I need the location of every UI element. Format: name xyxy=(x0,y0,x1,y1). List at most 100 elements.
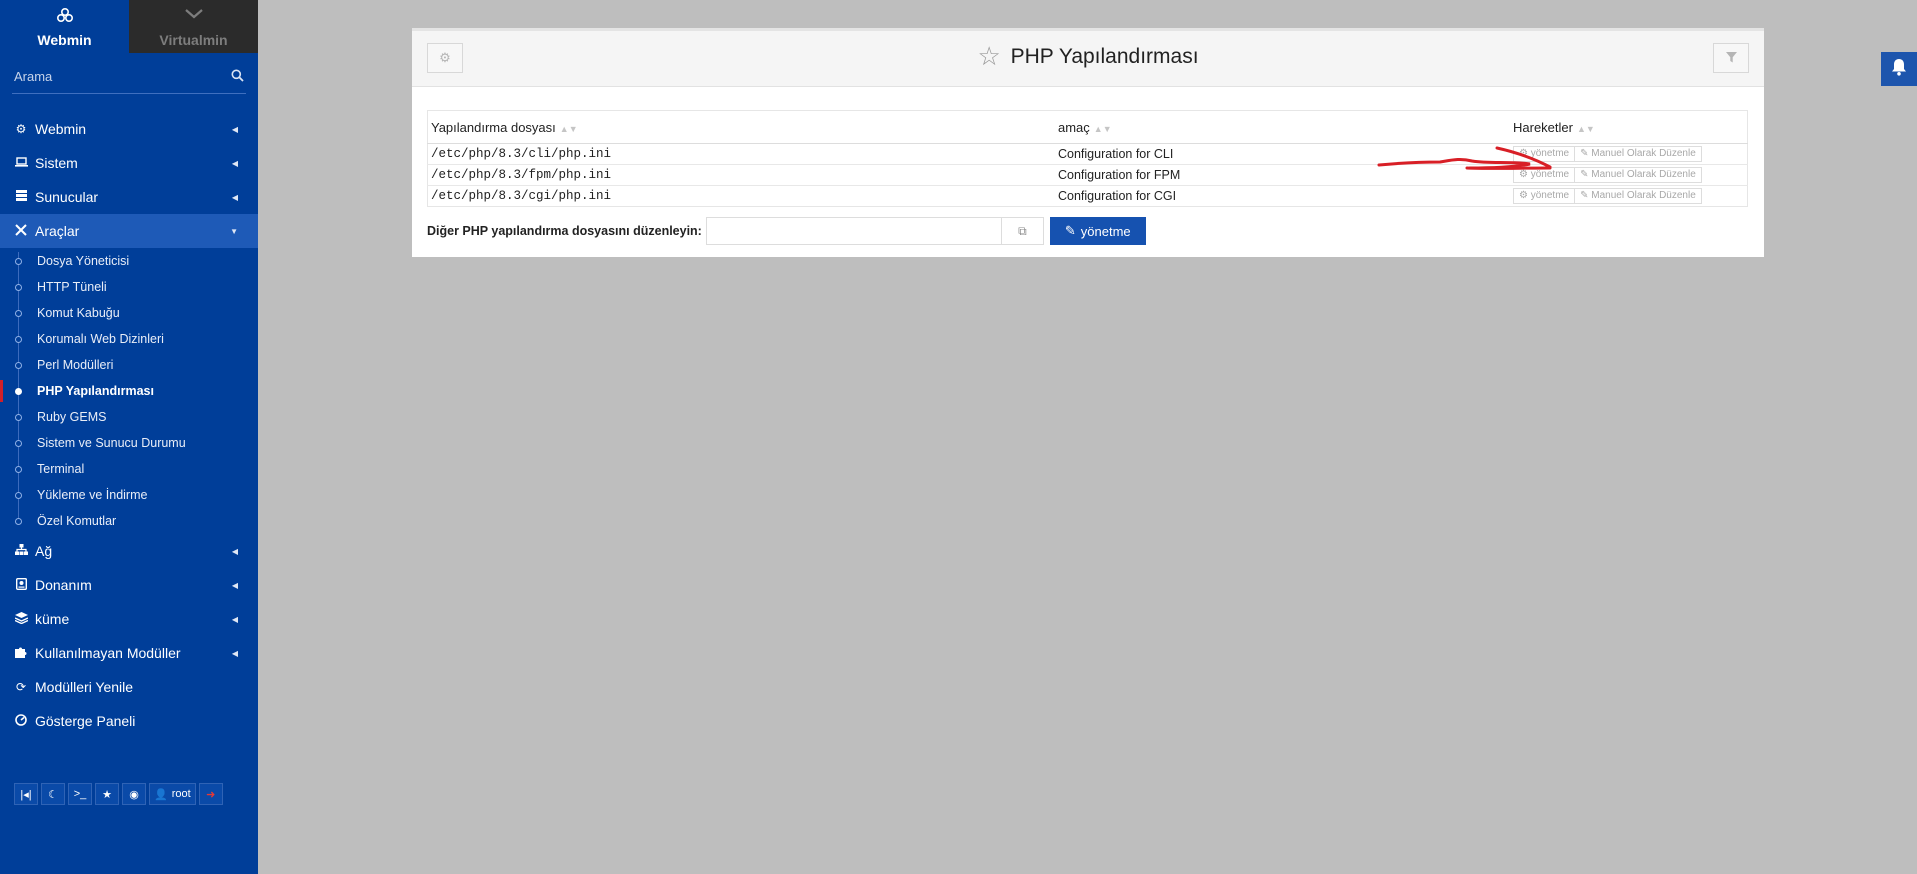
row-actions: ⚙ yönetme ✎ Manuel Olarak Düzenle xyxy=(1510,185,1748,207)
bullet-icon xyxy=(15,310,22,317)
menu-item-gosterge-paneli[interactable]: Gösterge Paneli xyxy=(0,704,258,738)
menu-item-label: Sistem xyxy=(35,155,78,171)
bullet-icon xyxy=(15,258,22,265)
palette-icon: ◉ xyxy=(129,788,139,801)
submenu-item-php-yapilandirmasi[interactable]: PHP Yapılandırması xyxy=(0,378,258,404)
edit-manually-button[interactable]: ✎ Manuel Olarak Düzenle xyxy=(1574,146,1702,162)
bullet-icon xyxy=(15,440,22,447)
manage-action-button[interactable]: ⚙ yönetme xyxy=(1513,167,1576,183)
submenu-item-ozel-komutlar[interactable]: Özel Komutlar xyxy=(0,508,258,534)
config-path[interactable]: /etc/php/8.3/cgi/php.ini xyxy=(427,185,1055,207)
favorites-button[interactable]: ★ xyxy=(95,783,119,805)
network-icon xyxy=(13,544,29,558)
submenu-item-yukleme-ve-indirme[interactable]: Yükleme ve İndirme xyxy=(0,482,258,508)
column-header-label: Hareketler xyxy=(1513,119,1573,135)
tab-virtualmin-label: Virtualmin xyxy=(159,31,228,48)
menu-item-kullanilmayan-moduller[interactable]: Kullanılmayan Modüller ◀ xyxy=(0,636,258,670)
logout-icon: ➜ xyxy=(206,788,216,801)
araclar-submenu: Dosya Yöneticisi HTTP Tüneli Komut Kabuğ… xyxy=(0,248,258,534)
edit-manually-button[interactable]: ✎ Manuel Olarak Düzenle xyxy=(1574,167,1702,183)
refresh-icon: ⟳ xyxy=(15,680,27,694)
laptop-icon xyxy=(13,156,29,170)
manage-action-button[interactable]: ⚙ yönetme xyxy=(1513,146,1576,162)
gear-icon: ⚙ xyxy=(15,122,27,136)
submenu-item-perl-modulleri[interactable]: Perl Modülleri xyxy=(0,352,258,378)
manage-button-label: yönetme xyxy=(1080,223,1131,239)
submenu-item-sistem-ve-sunucu-durumu[interactable]: Sistem ve Sunucu Durumu xyxy=(0,430,258,456)
search-icon[interactable] xyxy=(231,69,244,85)
menu-item-sistem[interactable]: Sistem ◀ xyxy=(0,146,258,180)
moon-icon: ☾ xyxy=(48,788,58,801)
submenu-item-komut-kabugu[interactable]: Komut Kabuğu xyxy=(0,300,258,326)
column-header-label: amaç xyxy=(1058,119,1090,135)
menu-item-kume[interactable]: küme ◀ xyxy=(0,602,258,636)
menu-item-araclar[interactable]: Araçlar ▼ xyxy=(0,214,258,248)
submenu-item-label: Komut Kabuğu xyxy=(37,306,120,320)
manage-action-button[interactable]: ⚙ yönetme xyxy=(1513,188,1576,204)
config-purpose: Configuration for CGI xyxy=(1055,185,1510,207)
terminal-icon: >_ xyxy=(73,788,87,800)
submenu-item-terminal[interactable]: Terminal xyxy=(0,456,258,482)
menu-item-webmin[interactable]: ⚙ Webmin ◀ xyxy=(0,112,258,146)
submenu-item-label: Yükleme ve İndirme xyxy=(37,488,148,502)
menu-item-donanim[interactable]: Donanım ◀ xyxy=(0,568,258,602)
tab-webmin[interactable]: Webmin xyxy=(0,0,129,53)
submenu-item-label: Özel Komutlar xyxy=(37,514,117,528)
favorite-star-icon[interactable]: ☆ xyxy=(977,41,1000,71)
column-header-purpose[interactable]: amaç ▲▼ xyxy=(1055,110,1510,144)
sort-icon: ▲▼ xyxy=(1576,123,1595,134)
sort-icon: ▲▼ xyxy=(559,123,578,134)
submenu-item-label: Ruby GEMS xyxy=(37,410,107,424)
notifications-button[interactable] xyxy=(1881,52,1917,86)
submenu-item-label: Dosya Yöneticisi xyxy=(37,254,130,268)
submenu-item-dosya-yoneticisi[interactable]: Dosya Yöneticisi xyxy=(0,248,258,274)
column-header-file[interactable]: Yapılandırma dosyası ▲▼ xyxy=(427,110,1055,144)
column-header-actions[interactable]: Hareketler ▲▼ xyxy=(1510,110,1748,144)
theme-button[interactable]: ◉ xyxy=(122,783,146,805)
row-actions: ⚙ yönetme ✎ Manuel Olarak Düzenle xyxy=(1510,164,1748,186)
file-chooser-button[interactable]: ⧉ xyxy=(1001,217,1044,245)
gear-icon: ⚙ xyxy=(1519,148,1531,159)
submenu-item-label: PHP Yapılandırması xyxy=(37,384,154,398)
manage-other-button[interactable]: ✎ yönetme xyxy=(1049,217,1146,245)
user-cog-icon: 👤 xyxy=(154,788,168,801)
edit-manually-button[interactable]: ✎ Manuel Olarak Düzenle xyxy=(1574,188,1702,204)
server-icon xyxy=(13,190,29,204)
bullet-icon xyxy=(15,284,22,291)
other-config-file-input[interactable] xyxy=(705,217,1002,245)
other-config-form: Diğer PHP yapılandırma dosyasını düzenle… xyxy=(427,217,1146,245)
menu-item-label: Araçlar xyxy=(35,223,80,239)
caret-left-icon: ◀ xyxy=(231,546,238,556)
menu-item-label: küme xyxy=(35,611,70,627)
table-row: /etc/php/8.3/fpm/php.ini Configuration f… xyxy=(427,164,1748,186)
submenu-item-http-tuneli[interactable]: HTTP Tüneli xyxy=(0,274,258,300)
caret-left-icon: ◀ xyxy=(231,648,238,658)
submenu-item-label: HTTP Tüneli xyxy=(37,280,107,294)
search-input[interactable] xyxy=(12,67,224,84)
bullet-icon xyxy=(15,414,22,421)
menu-item-sunucular[interactable]: Sunucular ◀ xyxy=(0,180,258,214)
virtualmin-logo-icon xyxy=(184,6,204,26)
night-mode-button[interactable]: ☾ xyxy=(41,783,65,805)
menu-item-modulleri-yenile[interactable]: ⟳ Modülleri Yenile xyxy=(0,670,258,704)
menu-item-ag[interactable]: Ağ ◀ xyxy=(0,534,258,568)
submenu-item-korumali-web-dizinleri[interactable]: Korumalı Web Dizinleri xyxy=(0,326,258,352)
panel-header: ⚙ ☆ PHP Yapılandırması xyxy=(412,31,1764,87)
action-label: yönetme xyxy=(1530,190,1570,201)
submenu-item-ruby-gems[interactable]: Ruby GEMS xyxy=(0,404,258,430)
user-name: root xyxy=(171,788,191,800)
collapse-sidebar-button[interactable]: |◂| xyxy=(14,783,38,805)
column-header-label: Yapılandırma dosyası xyxy=(431,119,556,135)
edit-icon: ✎ xyxy=(1064,223,1076,238)
sidebar-search xyxy=(12,67,246,94)
user-button[interactable]: 👤 root xyxy=(149,783,196,805)
config-files-table: Yapılandırma dosyası ▲▼ amaç ▲▼ Hareketler… xyxy=(427,110,1748,207)
webmin-logo-icon xyxy=(56,6,74,26)
logout-button[interactable]: ➜ xyxy=(198,783,223,805)
tab-virtualmin[interactable]: Virtualmin xyxy=(129,0,258,53)
terminal-button[interactable]: >_ xyxy=(68,783,92,805)
config-path[interactable]: /etc/php/8.3/fpm/php.ini xyxy=(427,164,1055,186)
filter-button[interactable] xyxy=(1713,43,1749,73)
layers-icon xyxy=(13,611,29,627)
config-path[interactable]: /etc/php/8.3/cli/php.ini xyxy=(427,143,1055,165)
